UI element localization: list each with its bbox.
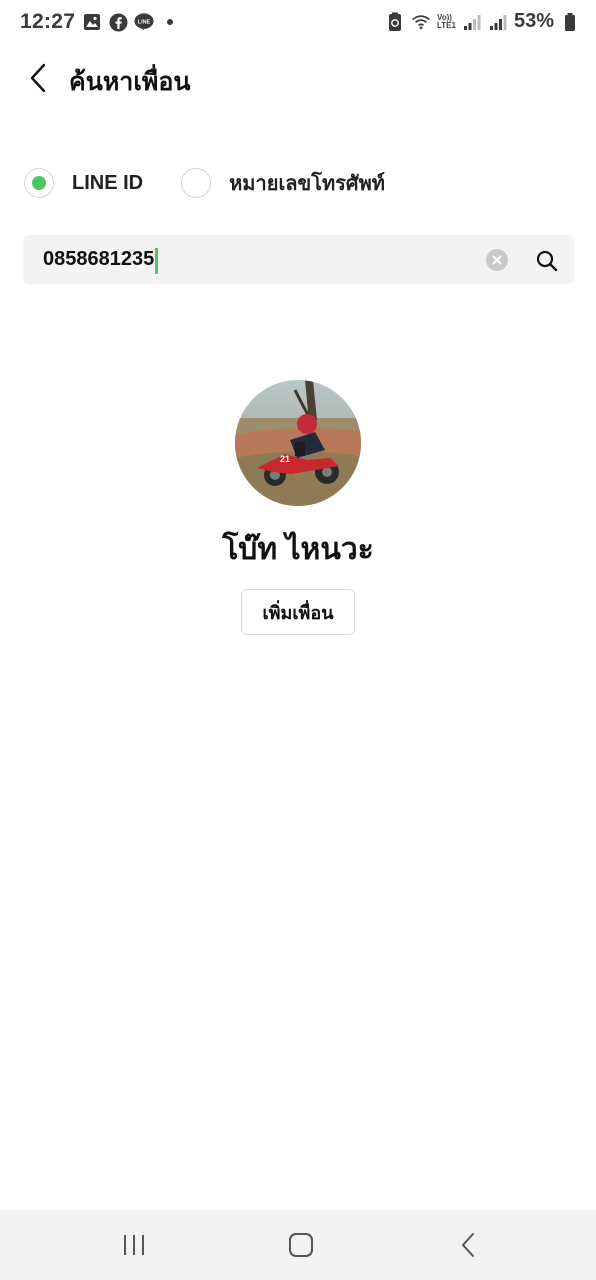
status-bar: 12:27 LINE Vo)) LTE1 53% [0,0,596,46]
search-icon [536,250,558,272]
page-title: ค้นหาเพื่อน [69,68,191,96]
status-time: 12:27 [20,10,76,33]
text-caret [155,248,159,274]
line-icon: LINE [134,12,154,32]
header: ค้นหาเพื่อน [0,50,596,106]
signal-2-icon [488,12,508,32]
radio-circle-unselected[interactable] [181,168,212,198]
search-input[interactable] [43,235,473,284]
volte-line-2: LTE1 [437,20,456,30]
system-icons: Vo)) LTE1 53% [385,10,580,33]
clear-button[interactable] [486,249,508,271]
signal-1-icon [462,12,482,32]
recent-apps-icon [124,1235,144,1255]
close-icon [492,255,502,265]
dot-icon [160,12,180,32]
recycle-icon [385,12,405,32]
chevron-left-icon [30,63,46,93]
battery-percent: 53% [513,10,554,32]
avatar[interactable]: 21 [235,380,361,506]
radio-label-line-id: LINE ID [72,171,144,194]
add-friend-button[interactable]: เพิ่มเพื่อน [241,589,355,635]
radio-line-id[interactable]: LINE ID [24,168,143,198]
radio-label-phone: หมายเลขโทรศัพท์ [229,173,385,195]
search-type-options: LINE ID หมายเลขโทรศัพท์ [24,166,385,200]
system-nav-bar [0,1210,596,1280]
line-icon-text: LINE [138,19,151,25]
notification-icons: LINE [82,12,180,32]
profile-name: โบ๊ท ไหนวะ [222,533,374,566]
gallery-icon [82,12,102,32]
home-icon [289,1233,313,1257]
nav-back-icon [462,1233,474,1257]
nav-back-button[interactable] [448,1230,488,1260]
radio-circle-selected[interactable] [24,168,54,198]
volte-indicator: Vo)) LTE1 [437,13,456,30]
facebook-icon [108,12,128,32]
battery-icon [560,12,580,32]
home-button[interactable] [281,1230,321,1260]
radio-dot [32,176,46,190]
recent-apps-button[interactable] [114,1230,154,1260]
profile-photo: 21 [235,380,361,506]
radio-phone-number[interactable]: หมายเลขโทรศัพท์ [181,167,385,199]
back-button[interactable] [22,60,54,96]
wifi-icon [411,12,431,32]
svg-text:21: 21 [280,454,290,464]
search-button[interactable] [534,248,560,274]
